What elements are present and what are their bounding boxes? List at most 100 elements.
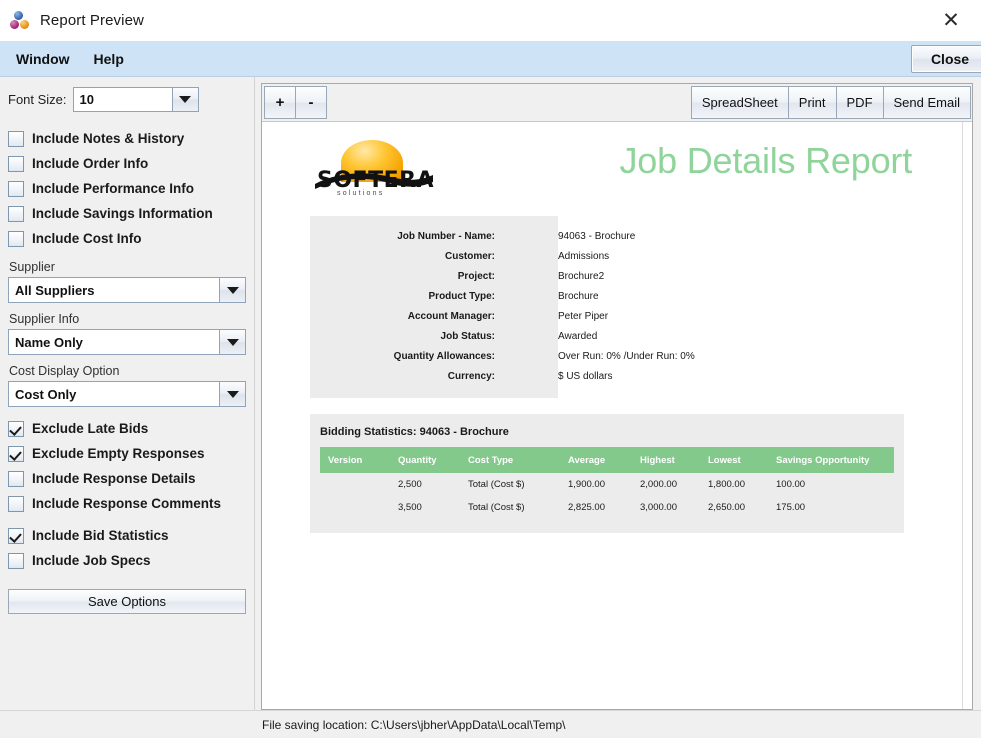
detail-value: Peter Piper xyxy=(558,310,609,322)
supplier-info-value: Name Only xyxy=(9,330,219,354)
cost-display-option-label: Cost Display Option xyxy=(9,364,120,378)
checkbox-box xyxy=(8,205,24,222)
font-size-value: 10 xyxy=(73,88,172,111)
table-header-row: Version Quantity Cost Type Average Highe… xyxy=(320,447,894,473)
detail-value: Admissions xyxy=(558,250,610,262)
checkbox-box xyxy=(8,527,24,544)
checkbox-label: Include Job Specs xyxy=(32,553,151,568)
checkbox-label: Include Bid Statistics xyxy=(32,528,169,543)
checkbox-label: Include Savings Information xyxy=(32,206,213,221)
checkbox-label: Include Cost Info xyxy=(32,231,142,246)
chevron-down-icon xyxy=(219,330,245,354)
close-icon[interactable]: ✕ xyxy=(929,0,973,41)
checkbox-label: Include Response Details xyxy=(32,471,196,486)
cell-quantity: 3,500 xyxy=(398,502,422,513)
menu-item-help[interactable]: Help xyxy=(84,49,134,69)
detail-key: Product Type: xyxy=(428,290,495,302)
cell-version xyxy=(320,473,390,496)
checkbox-include-response-comments[interactable]: Include Response Comments xyxy=(8,491,246,516)
options-sidebar: Font Size: 10 Include Notes & History In… xyxy=(0,77,255,710)
cell-average: 1,900.00 xyxy=(568,479,605,490)
checkbox-box xyxy=(8,130,24,147)
close-button[interactable]: Close xyxy=(911,45,981,73)
checkbox-include-cost-info[interactable]: Include Cost Info xyxy=(8,226,246,251)
checkbox-label: Exclude Late Bids xyxy=(32,421,149,436)
checkbox-box xyxy=(8,495,24,512)
cell-quantity: 2,500 xyxy=(398,479,422,490)
checkbox-exclude-empty-responses[interactable]: Exclude Empty Responses xyxy=(8,441,246,466)
detail-value: Over Run: 0% /Under Run: 0% xyxy=(558,350,695,362)
checkbox-include-order-info[interactable]: Include Order Info xyxy=(8,151,246,176)
checkbox-include-bid-statistics[interactable]: Include Bid Statistics xyxy=(8,523,246,548)
cost-display-option-select[interactable]: Cost Only xyxy=(8,381,246,407)
menu-item-window[interactable]: Window xyxy=(6,49,80,69)
bidding-statistics-table: Version Quantity Cost Type Average Highe… xyxy=(320,447,894,519)
checkbox-include-response-details[interactable]: Include Response Details xyxy=(8,466,246,491)
detail-row: Currency: xyxy=(310,366,558,386)
print-button[interactable]: Print xyxy=(787,86,837,119)
chevron-down-icon xyxy=(171,88,198,111)
title-bar: Report Preview ✕ xyxy=(0,0,981,41)
zoom-out-button[interactable]: - xyxy=(295,86,327,119)
menu-bar: Window Help Close xyxy=(0,41,981,77)
detail-key: Quantity Allowances: xyxy=(393,350,495,362)
detail-value: Brochure xyxy=(558,290,599,302)
zoom-in-button[interactable]: + xyxy=(264,86,296,119)
detail-key: Currency: xyxy=(447,370,495,382)
checkbox-label: Include Response Comments xyxy=(32,496,222,511)
checkbox-include-performance-info[interactable]: Include Performance Info xyxy=(8,176,246,201)
detail-row: Customer: xyxy=(310,246,558,266)
checkbox-label: Exclude Empty Responses xyxy=(32,446,205,461)
detail-key: Job Status: xyxy=(440,330,495,342)
checkbox-box xyxy=(8,445,24,462)
pdf-button[interactable]: PDF xyxy=(835,86,884,119)
cell-highest: 2,000.00 xyxy=(640,479,677,490)
spreadsheet-button[interactable]: SpreadSheet xyxy=(690,86,789,119)
supplier-info-select[interactable]: Name Only xyxy=(8,329,246,355)
detail-row: Quantity Allowances: xyxy=(310,346,558,366)
cell-highest: 3,000.00 xyxy=(640,502,677,513)
checkbox-label: Include Order Info xyxy=(32,156,149,171)
checkbox-box xyxy=(8,420,24,437)
checkbox-box xyxy=(8,552,24,569)
checkbox-include-job-specs[interactable]: Include Job Specs xyxy=(8,548,246,573)
checkbox-box xyxy=(8,155,24,172)
table-row: 2,500 Total (Cost $) 1,900.00 2,000.00 1… xyxy=(320,473,894,496)
checkbox-include-savings-information[interactable]: Include Savings Information xyxy=(8,201,246,226)
checkbox-include-notes-history[interactable]: Include Notes & History xyxy=(8,126,246,151)
window-title: Report Preview xyxy=(40,11,144,29)
cell-savings: 100.00 xyxy=(776,479,806,490)
job-details-block: Job Number - Name: Customer: Project: Pr… xyxy=(310,216,558,398)
cost-display-option-value: Cost Only xyxy=(9,382,219,406)
report-toolbar: + - SpreadSheet Print PDF Send Email xyxy=(262,84,972,122)
supplier-label: Supplier xyxy=(9,260,55,274)
save-options-button[interactable]: Save Options xyxy=(8,589,246,614)
cell-average: 2,825.00 xyxy=(568,502,605,513)
column-header-version: Version xyxy=(320,447,390,473)
cell-lowest: 2,650.00 xyxy=(708,502,745,513)
cell-version xyxy=(320,496,390,519)
detail-key: Account Manager: xyxy=(407,310,495,322)
bidding-statistics-title: Bidding Statistics: 94063 - Brochure xyxy=(320,426,509,438)
cell-cost-type: Total (Cost $) xyxy=(468,502,525,513)
font-size-row: Font Size: 10 xyxy=(8,87,246,112)
send-email-button[interactable]: Send Email xyxy=(882,86,971,119)
job-details-wrap: Job Number - Name: Customer: Project: Pr… xyxy=(310,216,952,398)
checkbox-box xyxy=(8,180,24,197)
checkbox-box xyxy=(8,230,24,247)
checkbox-exclude-late-bids[interactable]: Exclude Late Bids xyxy=(8,416,246,441)
font-size-label: Font Size: xyxy=(8,92,67,107)
supplier-select[interactable]: All Suppliers xyxy=(8,277,246,303)
font-size-select[interactable]: 10 xyxy=(72,87,199,112)
checkbox-label: Include Notes & History xyxy=(32,131,185,146)
detail-key: Project: xyxy=(457,270,495,282)
column-header-average: Average xyxy=(560,447,632,473)
detail-row: Project: xyxy=(310,266,558,286)
report-preview-window: Report Preview ✕ Window Help Close Font … xyxy=(0,0,981,738)
chevron-down-icon xyxy=(219,278,245,302)
detail-key: Customer: xyxy=(444,250,495,262)
column-header-lowest: Lowest xyxy=(700,447,768,473)
report-pane: + - SpreadSheet Print PDF Send Email SOF… xyxy=(255,77,981,710)
report-vertical-scrollbar[interactable] xyxy=(962,122,972,709)
